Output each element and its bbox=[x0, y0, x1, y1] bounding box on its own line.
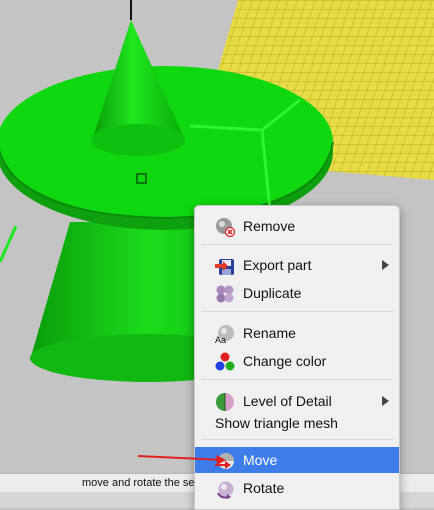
menu-item-export-part[interactable]: Export part bbox=[195, 252, 399, 278]
menu-item-rename[interactable]: Aa Rename bbox=[195, 320, 399, 346]
menu-item-label: Export part bbox=[243, 257, 312, 273]
menu-item-move[interactable]: Move bbox=[195, 447, 399, 473]
menu-item-duplicate[interactable]: Duplicate bbox=[195, 280, 399, 306]
menu-separator bbox=[201, 244, 393, 245]
menu-item-label: Rename bbox=[243, 325, 296, 341]
change-color-icon bbox=[215, 352, 235, 371]
menu-item-remove[interactable]: Remove bbox=[195, 213, 399, 239]
context-menu: Remove Export part Duplicate Aa Rename C… bbox=[194, 205, 400, 510]
menu-separator bbox=[201, 379, 393, 380]
menu-item-label: Show triangle mesh bbox=[215, 415, 338, 431]
export-part-icon bbox=[215, 259, 234, 275]
remove-icon bbox=[216, 218, 235, 237]
menu-item-change-color[interactable]: Change color bbox=[195, 348, 399, 374]
menu-item-show-triangle-mesh[interactable]: Show triangle mesh bbox=[195, 410, 399, 436]
menu-item-label: Duplicate bbox=[243, 285, 302, 301]
svg-text:Aa: Aa bbox=[215, 335, 226, 344]
submenu-arrow-icon bbox=[382, 260, 389, 270]
menu-item-label: Change color bbox=[243, 353, 327, 369]
menu-item-label: Rotate bbox=[243, 480, 285, 496]
menu-item-label: Move bbox=[243, 452, 278, 468]
menu-item-label: Remove bbox=[243, 218, 296, 234]
menu-item-label: Level of Detail bbox=[243, 393, 332, 409]
rotate-icon bbox=[217, 481, 234, 499]
move-icon bbox=[215, 453, 234, 469]
menu-separator bbox=[201, 311, 393, 312]
menu-separator bbox=[201, 439, 393, 440]
menu-item-rotate[interactable]: Rotate bbox=[195, 475, 399, 501]
submenu-arrow-icon bbox=[382, 396, 389, 406]
duplicate-icon bbox=[216, 285, 234, 303]
level-of-detail-icon bbox=[216, 393, 234, 411]
rename-icon: Aa bbox=[215, 325, 234, 344]
